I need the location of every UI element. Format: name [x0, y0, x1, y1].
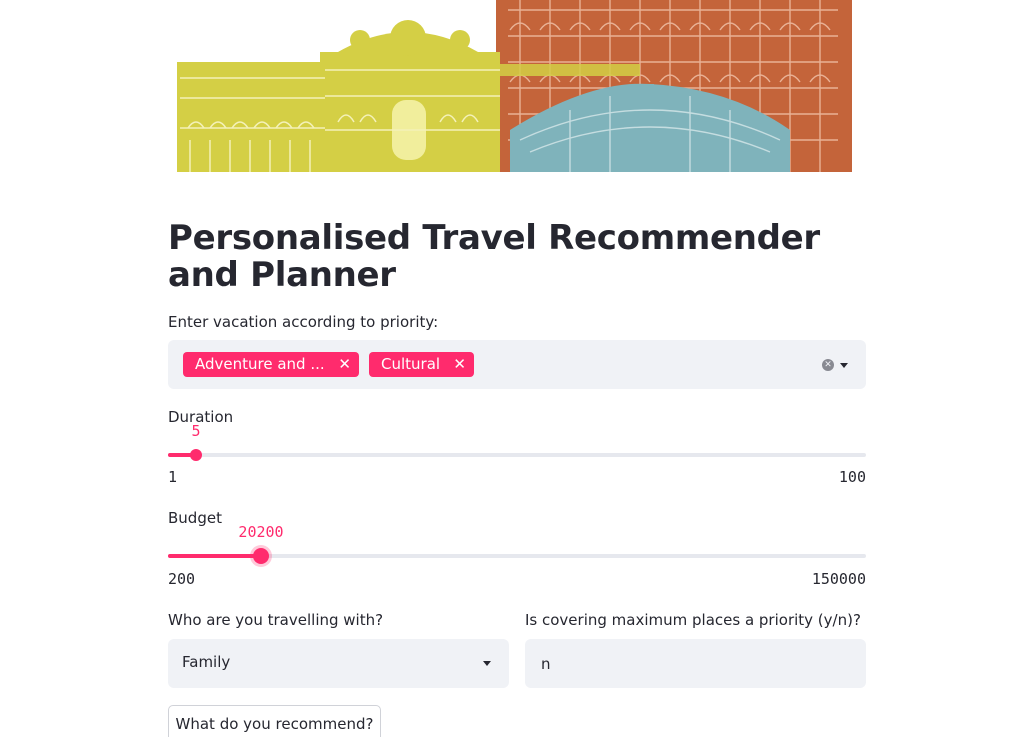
- remove-tag-icon[interactable]: ✕: [338, 352, 351, 377]
- recommend-button[interactable]: What do you recommend?: [168, 705, 381, 737]
- budget-label: Budget: [168, 509, 222, 527]
- slider-min: 200: [168, 570, 196, 588]
- slider-value: 20200: [238, 523, 284, 541]
- vacation-tag-cultural: Cultural ✕: [369, 352, 474, 377]
- max-places-field[interactable]: [525, 639, 866, 688]
- slider-value: 5: [191, 422, 201, 440]
- banner-illustration: [170, 0, 860, 178]
- jaipur-skyline-image: [177, 0, 852, 172]
- clear-all-icon[interactable]: ✕: [822, 359, 834, 371]
- selected-value: Family: [182, 653, 231, 671]
- tag-label: Cultural: [381, 355, 441, 373]
- vacation-multiselect[interactable]: Adventure and ... ✕ Cultural ✕ ✕: [168, 340, 866, 389]
- slider-track: [168, 554, 866, 558]
- slider-max: 100: [838, 468, 866, 486]
- max-places-input[interactable]: [525, 639, 866, 688]
- chevron-down-icon[interactable]: [483, 661, 491, 666]
- remove-tag-icon[interactable]: ✕: [453, 352, 466, 377]
- slider-thumb[interactable]: [190, 449, 202, 461]
- tag-label: Adventure and ...: [195, 355, 325, 373]
- max-places-label: Is covering maximum places a priority (y…: [525, 611, 861, 629]
- page-title: Personalised Travel Recommender and Plan…: [168, 218, 820, 295]
- duration-slider[interactable]: 5 1 100: [168, 422, 866, 486]
- slider-track: [168, 453, 866, 457]
- companions-label: Who are you travelling with?: [168, 611, 384, 629]
- slider-min: 1: [168, 468, 178, 486]
- slider-fill: [168, 554, 261, 558]
- vacation-tag-adventure: Adventure and ... ✕: [183, 352, 359, 377]
- duration-label: Duration: [168, 408, 234, 426]
- budget-slider[interactable]: 20200 200 150000: [168, 523, 866, 588]
- slider-max: 150000: [811, 570, 866, 588]
- vacation-label: Enter vacation according to priority:: [168, 313, 439, 331]
- chevron-down-icon[interactable]: [840, 363, 848, 368]
- companions-select[interactable]: Family: [168, 639, 509, 688]
- slider-thumb[interactable]: [253, 548, 269, 564]
